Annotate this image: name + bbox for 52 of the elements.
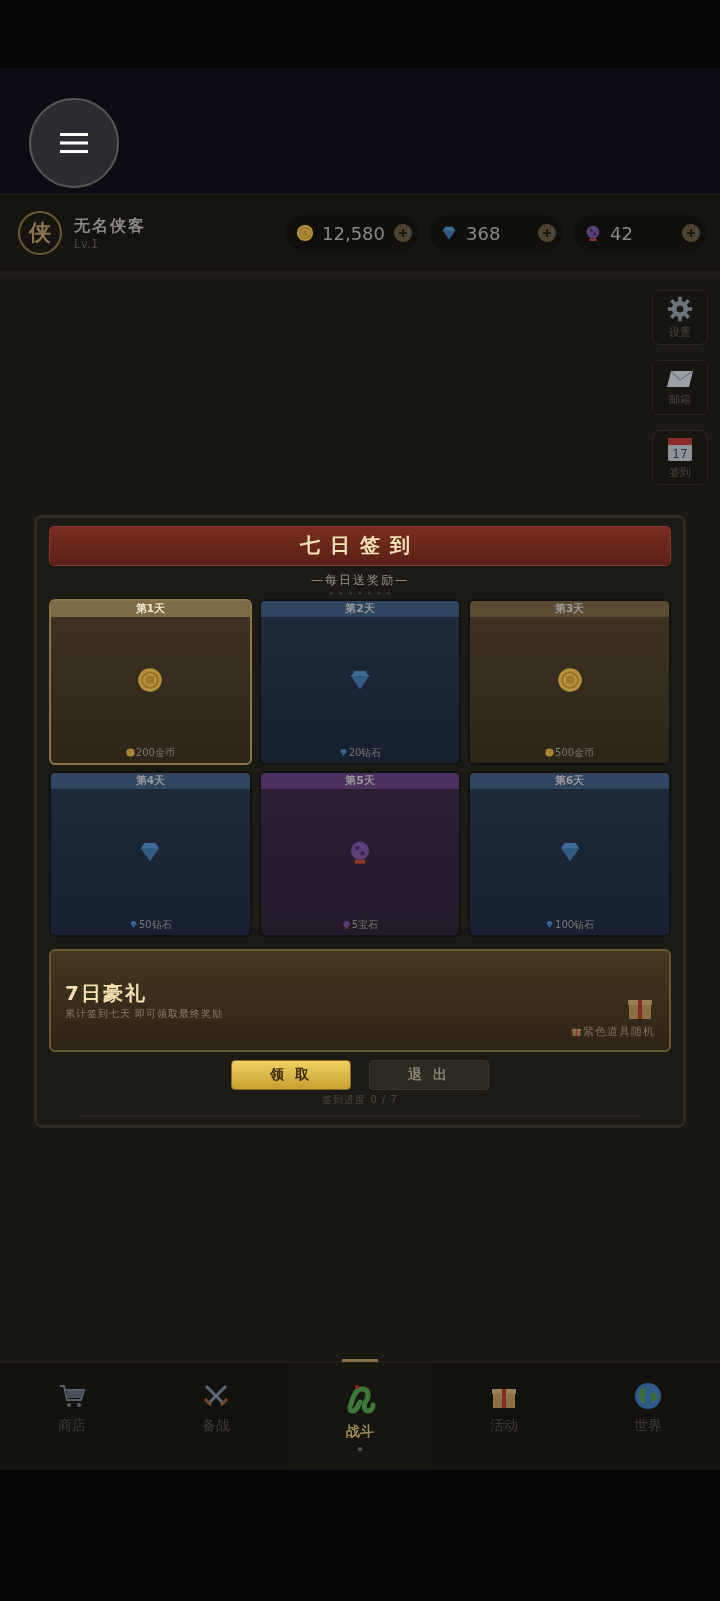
crystal-ball-icon [341,920,351,930]
active-dot [358,1447,362,1451]
reward-text: 100钻石 [555,917,595,932]
dots-ornament [329,590,391,595]
coin-icon [137,666,164,693]
grand-prize-title: 7日豪礼 [65,979,148,1007]
day-label: 第4天 [51,772,250,789]
currency-value: 12,580 [322,222,386,244]
menu-icon [60,133,88,153]
reward-card[interactable]: 第5天 5宝石 [258,770,462,937]
reward-card[interactable]: 第2天 20钻石 [258,598,462,765]
plus-icon[interactable] [682,224,700,242]
reward-text: 50钻石 [138,917,172,932]
reward-text: 20钻石 [348,745,382,760]
crystal-ball-icon [584,224,602,242]
reward-text: 200金币 [135,745,175,760]
reward-text: 500金币 [555,745,595,760]
currency-value: 368 [466,222,502,244]
currency-value: 42 [610,222,634,244]
coin-icon [556,666,583,693]
dialog-title: 七日签到 [49,526,671,566]
day-label: 第2天 [260,600,460,617]
reward-card[interactable]: 第3天 500金币 [468,598,671,765]
diamond-icon [128,920,138,930]
grand-prize-card[interactable]: 7日豪礼 累计签到七天 即可领取最终奖励 紫色道具随机 [49,948,671,1052]
calendar-icon: 17 [666,435,694,463]
coin-icon [296,224,314,242]
day-label: 第3天 [470,600,669,617]
day-label: 第1天 [51,600,250,617]
avatar-badge[interactable]: 侠 [18,211,62,255]
coin-icon [125,748,135,758]
plus-icon[interactable] [394,224,412,242]
plus-icon[interactable] [538,224,556,242]
day-label: 第5天 [260,772,460,789]
reward-text: 5宝石 [351,917,379,932]
grand-prize-reward: 紫色道具随机 [583,1023,655,1039]
exit-button[interactable]: 退 出 [369,1060,489,1090]
reward-card[interactable]: 第1天 200金币 [49,598,252,765]
settings-icon [666,295,694,323]
claim-button[interactable]: 领 取 [231,1060,351,1090]
reward-card[interactable]: 第4天 50钻石 [49,770,252,937]
coin-icon [545,748,555,758]
player-name: 无名侠客 [74,215,146,237]
grand-prize-description: 累计签到七天 即可领取最终奖励 [65,1006,224,1021]
globe-icon [633,1381,663,1411]
diamond-icon [545,920,555,930]
diamond-icon [440,224,458,242]
envelope-icon [665,368,695,390]
day-label: 第6天 [470,772,669,789]
reward-card[interactable]: 第6天 100钻石 [468,770,671,937]
dialog-subtitle: —每日送奖励— [311,571,409,589]
diamond-icon [338,748,348,758]
